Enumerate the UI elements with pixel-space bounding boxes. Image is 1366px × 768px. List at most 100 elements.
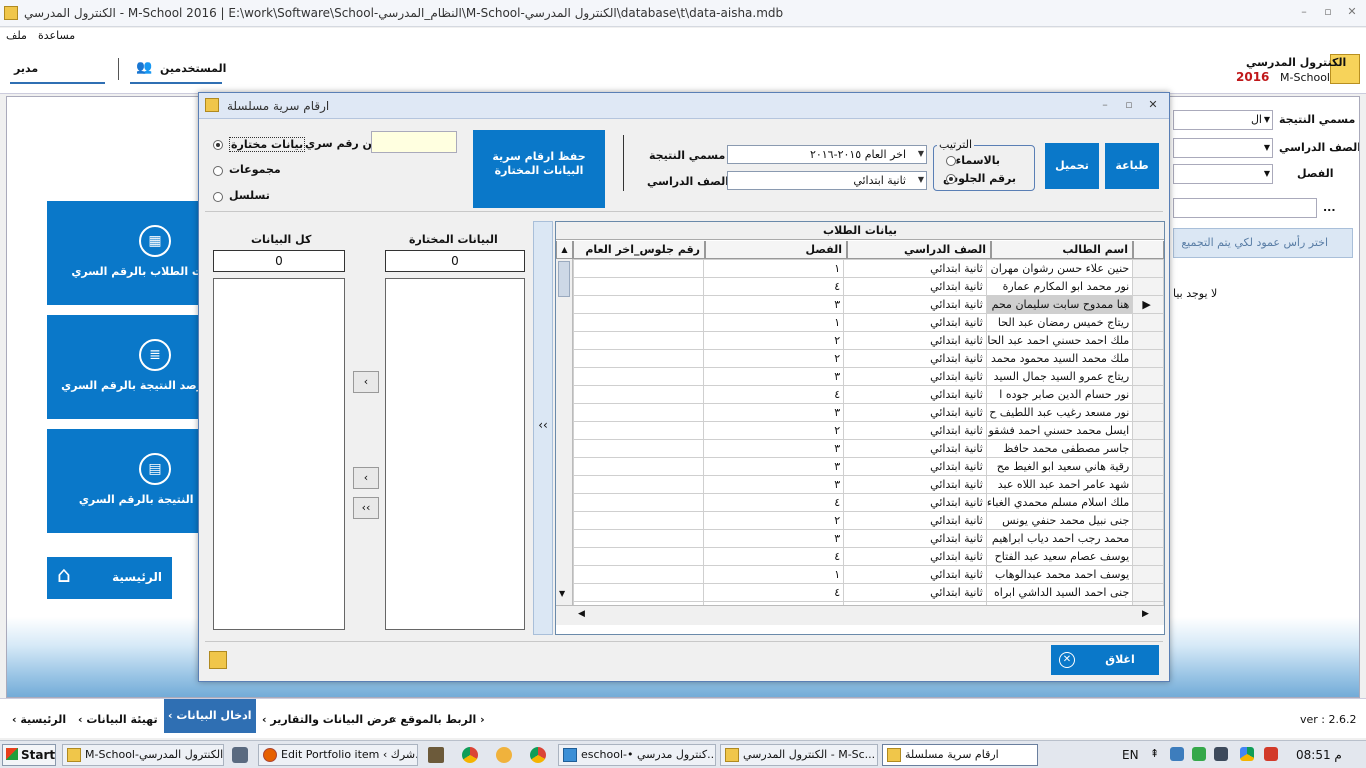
table-row[interactable]: ١ ثانية ابتدائي حنين علاء حسن رشوان مهران (572, 259, 1164, 278)
language-indicator[interactable]: EN (1122, 748, 1139, 762)
tray-drive-icon[interactable] (1240, 747, 1254, 761)
cell-grade[interactable]: ثانية ابتدائي (843, 547, 987, 566)
cell-grade[interactable]: ثانية ابتدائي (843, 439, 987, 458)
dialog-restore-icon[interactable]: ▫ (1121, 97, 1137, 113)
cell-grade[interactable]: ثانية ابتدائي (843, 331, 987, 350)
cell-name[interactable]: حنين علاء حسن رشوان مهران (985, 259, 1134, 278)
tray-network-icon[interactable] (1170, 747, 1184, 761)
row-header[interactable] (1132, 385, 1164, 404)
row-header[interactable] (1132, 439, 1164, 458)
dialog-minimize-icon[interactable]: – (1097, 97, 1113, 113)
bg-class-combo[interactable]: ▼ (1173, 164, 1273, 184)
row-header[interactable] (1132, 493, 1164, 512)
cell-name[interactable]: يوسف عصام سعيد عبد الفتاح (985, 547, 1134, 566)
cell-seat[interactable] (572, 313, 705, 332)
table-row[interactable]: ٣ ثانية ابتدائي رقية هاني سعيد ابو الغيط م… (572, 457, 1164, 476)
nav-tile-result-secret[interactable]: ▤ د النتيجة بالرقم السري (47, 429, 207, 533)
menu-help[interactable]: مساعدة (38, 29, 75, 42)
taskbar-item-eschool[interactable]: eschool-• كنترول مدرسي... (558, 744, 716, 766)
move-all-left-button[interactable]: ‹‹ (353, 497, 379, 519)
table-row[interactable]: ٤ ثانية ابتدائي نور حسام الدين صابر جوده ا (572, 385, 1164, 404)
home-button[interactable]: ⌂ الرئيسية (47, 557, 172, 599)
minimize-icon[interactable]: – (1296, 4, 1312, 20)
bg-ellipsis-button[interactable]: ... (1323, 201, 1336, 214)
menu-file[interactable]: ملف (6, 29, 27, 42)
taskbar-item-control[interactable]: الكنترول المدرسي - M-Sc... (720, 744, 878, 766)
row-header[interactable] (1132, 313, 1164, 332)
nav-tile-students-secret[interactable]: ▦ ت الطلاب بالرقم السري (47, 201, 207, 305)
cell-name[interactable]: جنى احمد السيد الداشي ابراه (985, 583, 1134, 602)
table-row[interactable]: ٣ ثانية ابتدائي محمد رجب احمد دياب ابراهيم (572, 529, 1164, 548)
orange-app-icon[interactable] (496, 747, 512, 763)
bg-result-combo[interactable]: ال ▼ (1173, 110, 1273, 130)
move-left-button[interactable]: ‹ (353, 467, 379, 489)
bg-grade-combo[interactable]: ▼ (1173, 138, 1273, 158)
cell-class[interactable]: ٢ (703, 331, 845, 350)
restore-icon[interactable]: ▫ (1320, 4, 1336, 20)
table-row[interactable]: ٣ ثانية ابتدائي ريتاج عمرو السيد جمال السي… (572, 367, 1164, 386)
close-icon[interactable]: ✕ (1344, 4, 1360, 20)
cell-name[interactable]: ملك احمد حسني احمد عبد الحا (985, 331, 1134, 350)
table-row[interactable]: ٢ ثانية ابتدائي جنى نبيل محمد حنفي يونس (572, 511, 1164, 530)
cell-class[interactable]: ٣ (703, 367, 845, 386)
col-header-seat[interactable]: رقم جلوس_اخر العام (573, 241, 705, 259)
tray-battery-icon[interactable] (1214, 747, 1228, 761)
students-grid[interactable]: بيانات الطلاب ▲ رقم جلوس_اخر العام الفصل… (555, 221, 1165, 635)
collapse-panel-button[interactable]: ‹‹ (533, 221, 553, 635)
cell-name[interactable]: هنا ممدوح سابت سليمان محم (985, 295, 1134, 314)
cell-name[interactable]: شهد عامر احمد عبد اللاه عبد (985, 475, 1134, 494)
cell-class[interactable]: ٢ (703, 349, 845, 368)
cell-class[interactable]: ١ (703, 565, 845, 584)
table-row[interactable]: ٤ ثانية ابتدائي جنى احمد السيد الداشي ابرا… (572, 583, 1164, 602)
chrome-icon[interactable] (462, 747, 478, 763)
cell-grade[interactable]: ثانية ابتدائي (843, 529, 987, 548)
table-row[interactable]: ٤ ثانية ابتدائي نور محمد ابو المكارم عمارة (572, 277, 1164, 296)
cell-seat[interactable] (572, 385, 705, 404)
sort-by-seat-radio[interactable] (946, 174, 956, 184)
table-row[interactable]: ٢ ثانية ابتدائي ملك احمد حسني احمد عبد الح… (572, 331, 1164, 350)
table-row[interactable]: ٣ ثانية ابتدائي نور مسعد رغيب عبد اللطيف ح (572, 403, 1164, 422)
row-header[interactable] (1132, 277, 1164, 296)
cell-seat[interactable] (572, 529, 705, 548)
row-header[interactable] (1132, 583, 1164, 602)
cell-class[interactable]: ١ (703, 313, 845, 332)
cell-grade[interactable]: ثانية ابتدائي (843, 457, 987, 476)
tray-volume-icon[interactable] (1192, 747, 1206, 761)
cell-class[interactable]: ٤ (703, 493, 845, 512)
result-name-combo[interactable]: اخر العام ٢٠١٥-٢٠١٦ ▼ (727, 145, 927, 164)
role-tab[interactable]: مدير (10, 58, 105, 84)
status-tab-reports[interactable]: ‹ عرض البيانات والتقارير (258, 709, 400, 731)
chrome-alt-icon[interactable] (530, 747, 546, 763)
cell-seat[interactable] (572, 511, 705, 530)
cell-name[interactable]: جاسر مصطفى محمد حافظ (985, 439, 1134, 458)
tray-expand-icon[interactable]: ⇞ (1150, 747, 1159, 760)
cell-grade[interactable]: ثانية ابتدائي (843, 511, 987, 530)
cell-grade[interactable]: ثانية ابتدائي (843, 475, 987, 494)
row-header[interactable] (1132, 421, 1164, 440)
cell-name[interactable]: ايسل محمد حسني احمد فشقو (985, 421, 1134, 440)
cell-seat[interactable] (572, 421, 705, 440)
table-row[interactable]: ١ ثانية ابتدائي ريتاج خميس رمضان عبد الحا (572, 313, 1164, 332)
taskbar-item-serial-dialog[interactable]: ارقام سرية مسلسلة (882, 744, 1038, 766)
col-header-grade[interactable]: الصف الدراسي (847, 241, 991, 259)
row-header[interactable] (1132, 511, 1164, 530)
cell-name[interactable]: رقية هاني سعيد ابو الغيط مح (985, 457, 1134, 476)
load-button[interactable]: تحميل (1045, 143, 1099, 189)
cell-name[interactable]: ملك اسلام مسلم محمدي الغباء (985, 493, 1134, 512)
cell-grade[interactable]: ثانية ابتدائي (843, 493, 987, 512)
cell-class[interactable]: ٢ (703, 421, 845, 440)
film-icon[interactable] (428, 747, 444, 763)
selected-data-list[interactable] (385, 278, 525, 630)
vertical-scrollbar[interactable]: ▼ (556, 259, 573, 605)
cell-class[interactable]: ٤ (703, 385, 845, 404)
cell-name[interactable]: يوسف احمد محمد عبدالوهاب (985, 565, 1134, 584)
cell-name[interactable]: ريتاج خميس رمضان عبد الحا (985, 313, 1134, 332)
cell-grade[interactable]: ثانية ابتدائي (843, 583, 987, 602)
cell-name[interactable]: ملك محمد السيد محمود محمد (985, 349, 1134, 368)
row-header[interactable] (1132, 529, 1164, 548)
cell-grade[interactable]: ثانية ابتدائي (843, 277, 987, 296)
table-row[interactable]: ٢ ثانية ابتدائي ملك محمد السيد محمود محمد (572, 349, 1164, 368)
start-button[interactable]: Start (2, 744, 56, 766)
horizontal-scrollbar[interactable]: ◀ ▶ (556, 605, 1164, 625)
cell-class[interactable]: ٣ (703, 439, 845, 458)
